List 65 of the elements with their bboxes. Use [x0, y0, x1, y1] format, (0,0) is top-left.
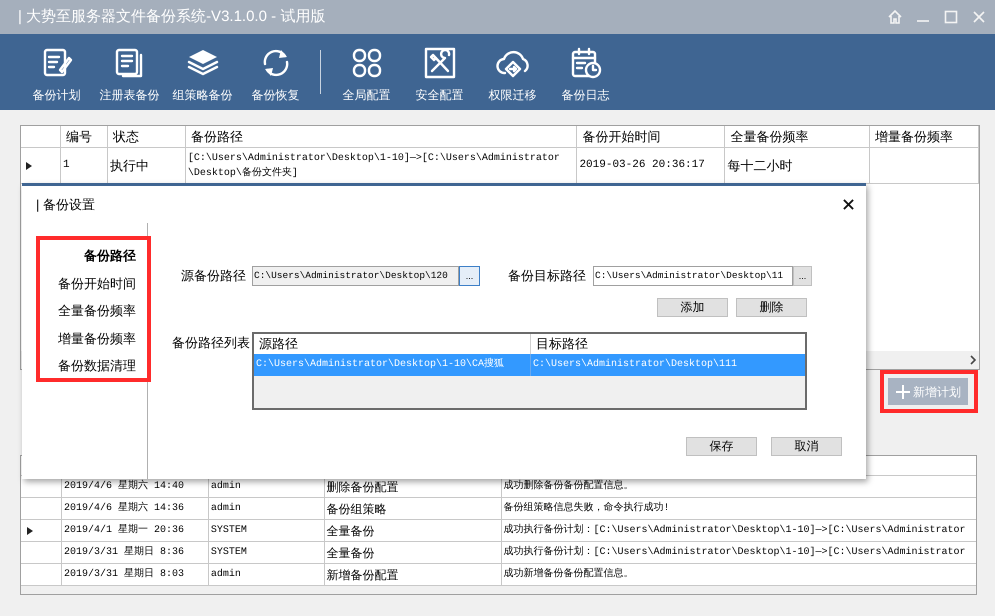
list-cell: C:\Users\Administrator\Desktop\111	[530, 354, 800, 376]
table-cell-text: 全量备份	[326, 544, 375, 562]
table-cell-text: 每十二小时	[726, 156, 792, 175]
table-cell-text: SYSTEM	[210, 546, 247, 560]
table-cell: 2019/3/31 星期日 8:03	[64, 567, 184, 582]
dialog-title: | 备份设置	[36, 196, 96, 214]
save-button[interactable]: 保存	[686, 437, 757, 456]
nav-item[interactable]: 增量备份频率	[58, 328, 136, 349]
input-field[interactable]: C:\Users\Administrator\Desktop\120	[252, 266, 459, 286]
table-cell: 成功删除备份备份配置信息。	[504, 479, 634, 494]
table-cell: 成功执行备份计划：[C:\Users\Administrator\Desktop\1-10]—>[C:\Users\Administrator	[504, 545, 966, 560]
table-cell: 成功新增备份备份配置信息。	[504, 567, 634, 582]
column-header: 源路径	[258, 335, 299, 353]
column-header: 备份路径	[186, 126, 578, 147]
table-cell: 2019/3/31 星期日 8:36	[64, 545, 184, 560]
field-label: 备份目标路径	[508, 267, 586, 286]
table-cell-text: 2019-03-26 20:36:17	[578, 158, 705, 174]
column-header: 全量备份频率	[725, 126, 870, 147]
table-cell: 2019/4/6 星期六 14:40	[64, 479, 184, 494]
close-icon[interactable]	[843, 199, 854, 210]
table-cell-text: SYSTEM	[210, 524, 247, 538]
browse-button[interactable]: ...	[793, 266, 812, 286]
nav-item[interactable]: 备份路径	[84, 246, 136, 266]
window-title: | 大势至服务器文件备份系统-V3.1.0.0 - 试用版	[18, 6, 326, 27]
nav-item[interactable]: 全量备份频率	[58, 301, 136, 322]
table-cell-text: 1	[62, 158, 70, 174]
table-cell-text: admin	[210, 480, 241, 494]
toolbar-button[interactable]: 全局配置	[330, 34, 403, 110]
add-button[interactable]: 添加	[657, 298, 728, 317]
table-cell-text: admin	[210, 568, 241, 582]
toolbar-button[interactable]: 组策略备份	[166, 34, 239, 110]
scroll-right-icon[interactable]	[970, 355, 976, 365]
toolbar-button[interactable]: 安全配置	[403, 34, 476, 110]
toolbar-button[interactable]: 权限迁移	[476, 34, 549, 110]
column-header: 增量备份频率	[870, 126, 979, 147]
cancel-button[interactable]: 取消	[771, 437, 842, 456]
field-label: 源备份路径	[180, 267, 246, 286]
table-cell: 2019/4/1 星期一 20:36	[64, 523, 184, 538]
toolbar-button[interactable]: 注册表备份	[93, 34, 166, 110]
nav-item[interactable]: 备份开始时间	[58, 274, 136, 294]
table-cell-text: [C:\Users\Administrator\Desktop\1-10]—>[C:\Users\Administrator\Desktop\备份文件夹]	[186, 152, 561, 180]
tools-icon	[422, 46, 456, 80]
maximize-icon[interactable]	[943, 9, 959, 25]
list-cell-text: C:\Users\Administrator\Desktop\1-10\CA搜狐	[255, 356, 506, 372]
toolbar-button[interactable]: 备份计划	[20, 34, 93, 110]
delete-button[interactable]: 删除	[736, 298, 807, 317]
nav-item[interactable]: 备份数据清理	[58, 356, 136, 376]
table-cell-text: 全量备份	[326, 522, 375, 540]
browse-button[interactable]: ...	[459, 266, 480, 286]
table-cell-text: 备份组策略	[326, 500, 387, 518]
toolbar-button[interactable]: 备份日志	[549, 34, 622, 110]
column-header: 编号	[60, 126, 108, 147]
column-header: 备份开始时间	[577, 126, 726, 147]
table-cell: 成功执行备份计划：[C:\Users\Administrator\Desktop\1-10]—>[C:\Users\Administrator	[504, 523, 966, 538]
table-cell: 2019/4/6 星期六 14:36	[64, 501, 184, 516]
table-cell: 备份组策略信息失败，命令执行成功!	[504, 501, 670, 516]
input-field[interactable]: C:\Users\Administrator\Desktop\11	[593, 266, 793, 286]
column-header: 状态	[108, 126, 186, 147]
plus-icon	[895, 384, 911, 400]
toolbar-button[interactable]: 备份恢复	[239, 34, 312, 110]
table-cell-text: 删除备份配置	[326, 478, 399, 496]
table-cell-text: admin	[210, 502, 241, 516]
home-icon[interactable]	[887, 9, 903, 25]
table-cell-text: 执行中	[108, 156, 149, 175]
table-cell-text: 新增备份配置	[326, 566, 399, 584]
